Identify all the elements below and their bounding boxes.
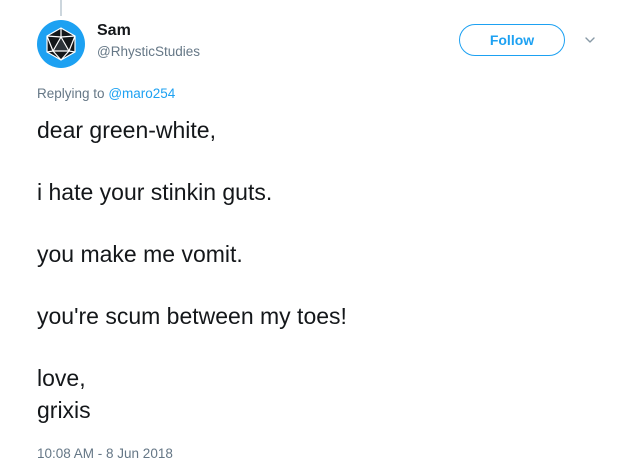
tweet-text-line: dear green-white, [37,117,216,143]
chevron-down-icon[interactable] [582,32,598,48]
tweet-timestamp[interactable]: 10:08 AM - 8 Jun 2018 [37,446,173,461]
follow-button[interactable]: Follow [459,24,565,56]
tweet-text-line: you make me vomit. [37,241,243,267]
tweet-text-line: love, [37,365,86,391]
reply-mention-link[interactable]: @maro254 [108,86,175,101]
replying-to-label: Replying to [37,86,105,101]
avatar[interactable] [37,20,85,68]
author-handle[interactable]: @RhysticStudies [97,44,200,59]
tweet-text-line: you're scum between my toes! [37,303,347,329]
tweet-text-line: i hate your stinkin guts. [37,179,273,205]
author-name[interactable]: Sam [97,22,131,40]
thread-connector-line [60,0,62,16]
tweet-text-line: grixis [37,397,91,423]
replying-to: Replying to @maro254 [37,86,175,101]
d20-die-icon [46,27,76,61]
